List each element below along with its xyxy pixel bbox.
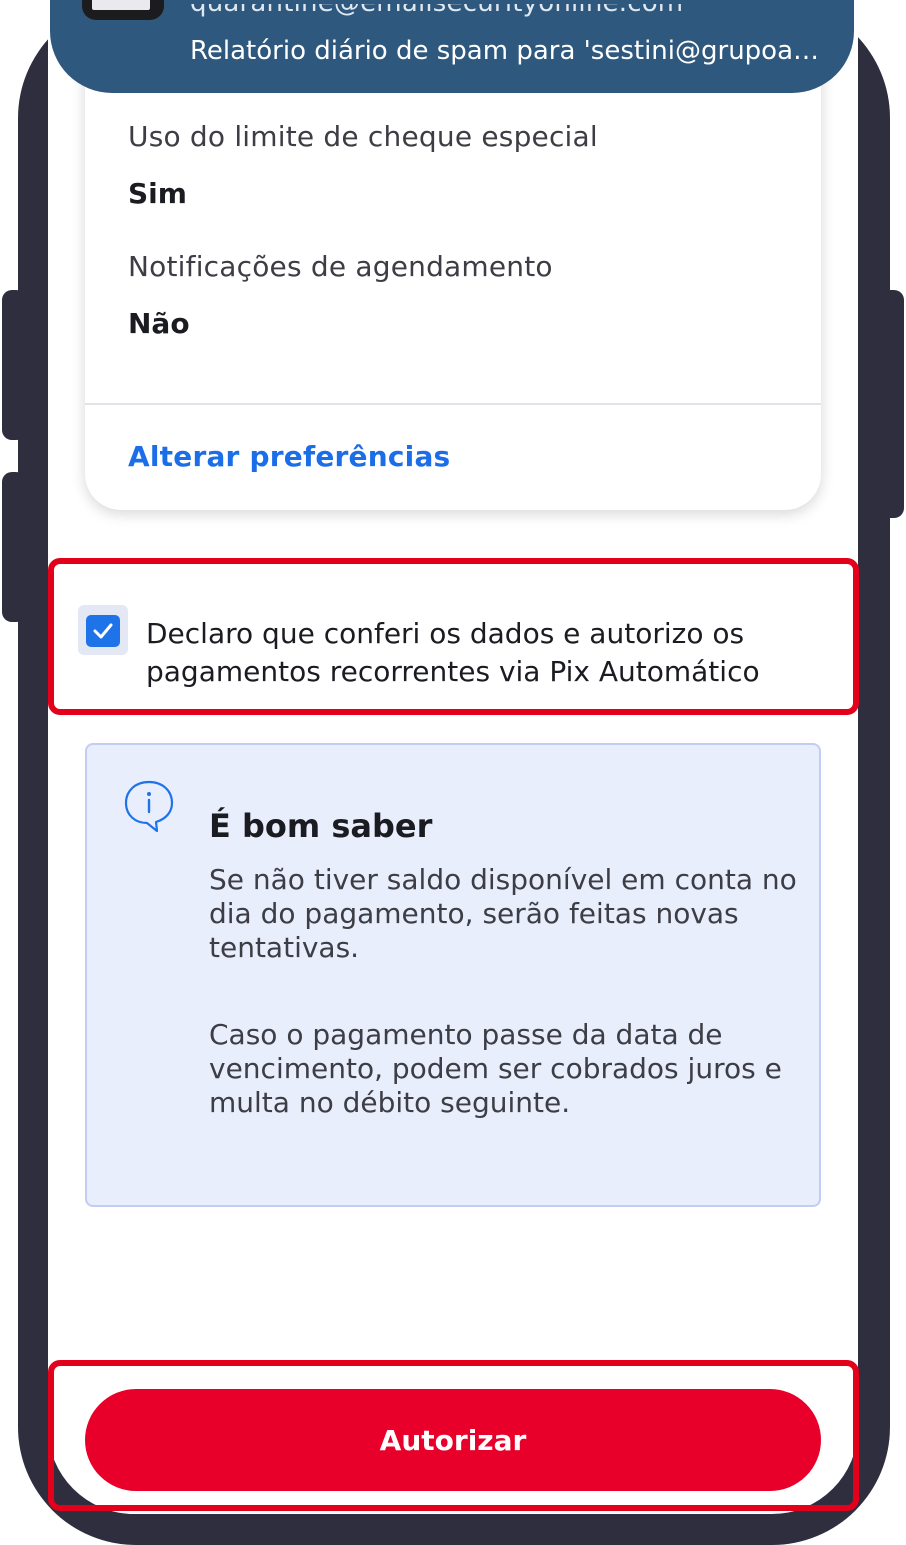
notification-subject: Relatório diário de spam para 'sestini@g… [190, 36, 830, 66]
preferences-card: Uso do limite de cheque especial Sim Not… [85, 60, 821, 510]
scheduling-notifications-label: Notificações de agendamento [128, 250, 553, 283]
info-paragraph-late-payment: Caso o pagamento passe da data de vencim… [209, 1018, 782, 1119]
overdraft-usage-value: Sim [128, 177, 187, 210]
notification-sender-text: quarantine@emailsecurityonline.com [190, 4, 683, 18]
consent-highlight-box [48, 558, 859, 715]
authorize-highlight-box [48, 1360, 859, 1511]
mail-app-icon [82, 0, 164, 20]
change-preferences-link[interactable]: Alterar preferências [128, 440, 450, 473]
overdraft-usage-label: Uso do limite de cheque especial [128, 120, 598, 153]
phone-screen: Uso do limite de cheque especial Sim Not… [48, 0, 858, 1514]
info-bubble-icon [124, 780, 174, 833]
notification-sender: quarantine@emailsecurityonline.com [190, 4, 830, 26]
card-divider [85, 403, 821, 405]
phone-mockup: Uso do limite de cheque especial Sim Not… [0, 0, 906, 1545]
good-to-know-box: É bom saber Se não tiver saldo disponíve… [85, 743, 821, 1207]
info-paragraph-balance: Se não tiver saldo disponível em conta n… [209, 863, 797, 964]
email-notification-banner[interactable]: quarantine@emailsecurityonline.com Relat… [50, 0, 854, 93]
envelope-icon [92, 0, 150, 10]
info-title: É bom saber [209, 807, 433, 845]
scheduling-notifications-value: Não [128, 307, 190, 340]
